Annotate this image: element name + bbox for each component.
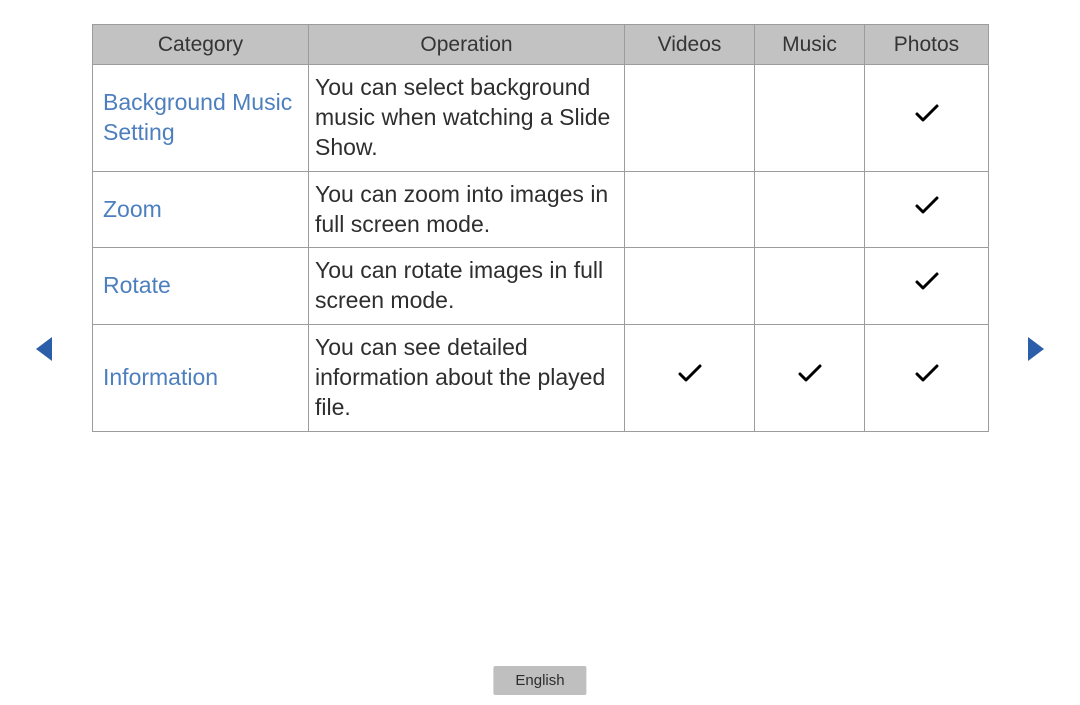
cell-videos bbox=[625, 171, 755, 248]
next-page-button[interactable] bbox=[1026, 335, 1046, 363]
cell-category: Background Music Setting bbox=[93, 65, 309, 172]
table-row: InformationYou can see detailed informat… bbox=[93, 325, 989, 432]
cell-photos bbox=[865, 325, 989, 432]
table-row: Background Music SettingYou can select b… bbox=[93, 65, 989, 172]
cell-operation: You can select background music when wat… bbox=[309, 65, 625, 172]
col-header-videos: Videos bbox=[625, 25, 755, 65]
col-header-music: Music bbox=[755, 25, 865, 65]
col-header-operation: Operation bbox=[309, 25, 625, 65]
table-row: ZoomYou can zoom into images in full scr… bbox=[93, 171, 989, 248]
cell-music bbox=[755, 325, 865, 432]
table-row: RotateYou can rotate images in full scre… bbox=[93, 248, 989, 325]
cell-music bbox=[755, 171, 865, 248]
cell-videos bbox=[625, 248, 755, 325]
cell-category: Zoom bbox=[93, 171, 309, 248]
language-badge: English bbox=[493, 666, 586, 695]
cell-category: Information bbox=[93, 325, 309, 432]
col-header-photos: Photos bbox=[865, 25, 989, 65]
cell-videos bbox=[625, 65, 755, 172]
feature-table: Category Operation Videos Music Photos B… bbox=[92, 24, 988, 432]
cell-music bbox=[755, 248, 865, 325]
cell-photos bbox=[865, 65, 989, 172]
cell-category: Rotate bbox=[93, 248, 309, 325]
cell-photos bbox=[865, 171, 989, 248]
cell-videos bbox=[625, 325, 755, 432]
cell-operation: You can see detailed information about t… bbox=[309, 325, 625, 432]
cell-operation: You can rotate images in full screen mod… bbox=[309, 248, 625, 325]
table-header-row: Category Operation Videos Music Photos bbox=[93, 25, 989, 65]
cell-photos bbox=[865, 248, 989, 325]
col-header-category: Category bbox=[93, 25, 309, 65]
prev-page-button[interactable] bbox=[34, 335, 54, 363]
table-body: Background Music SettingYou can select b… bbox=[93, 65, 989, 432]
cell-music bbox=[755, 65, 865, 172]
cell-operation: You can zoom into images in full screen … bbox=[309, 171, 625, 248]
